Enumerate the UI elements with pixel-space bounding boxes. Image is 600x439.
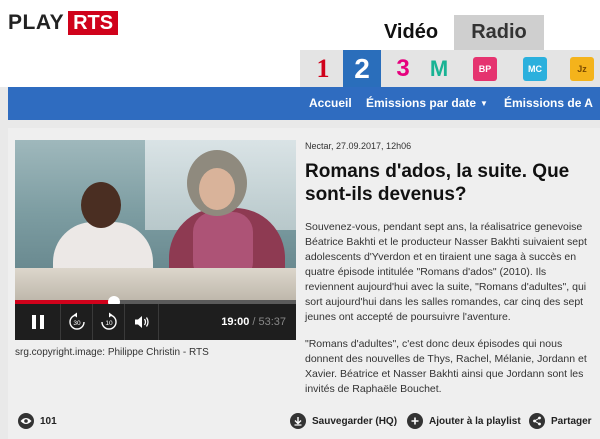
time-display: 19:00 / 53:37: [159, 304, 296, 340]
person-face: [199, 168, 235, 210]
episode-description-2: "Romans d'adultes", c'est donc deux épis…: [305, 338, 587, 395]
video-scene-table: [15, 268, 296, 300]
logo-play-text: PLAY: [8, 11, 65, 34]
eye-icon: [18, 413, 34, 429]
plus-icon: [407, 413, 423, 429]
image-copyright: srg.copyright.image: Philippe Christin -…: [15, 347, 209, 358]
channel-espace-2[interactable]: 2: [343, 50, 381, 87]
volume-button[interactable]: [125, 304, 159, 340]
time-total: 53:37: [258, 316, 286, 328]
action-bar: 101 Sauvegarder (HQ) Ajouter à la playli…: [8, 404, 600, 439]
channel-label: 3: [396, 54, 410, 82]
radio-bp-icon: BP: [473, 56, 497, 81]
channel-radio-jazz[interactable]: Jz: [565, 52, 599, 85]
radio-mc-icon: MC: [523, 56, 547, 81]
player-controls: 30 10 19:00 / 53:37: [15, 304, 296, 340]
channel-radio-bp[interactable]: BP: [468, 52, 502, 85]
share-icon: [529, 413, 545, 429]
forward-10-button[interactable]: 10: [93, 304, 125, 340]
share-label: Partager: [551, 415, 592, 427]
play-rts-logo[interactable]: PLAY RTS: [8, 11, 119, 35]
channel-option-musique[interactable]: M: [422, 52, 456, 85]
main-nav: Accueil Émissions par date ▼ Émissions de…: [8, 87, 600, 143]
nav-accueil-label: Accueil: [309, 96, 352, 110]
pause-icon: [31, 315, 44, 329]
episode-title: Romans d'ados, la suite. Que sont-ils de…: [305, 161, 570, 205]
add-to-playlist-button[interactable]: Ajouter à la playlist: [407, 413, 521, 429]
person-head: [81, 182, 121, 228]
time-current: 19:00: [221, 316, 250, 328]
episode-description-1: Souvenez-vous, pendant sept ans, la réal…: [305, 221, 587, 323]
channel-label: M: [429, 55, 449, 81]
download-icon: [290, 413, 306, 429]
channel-label: 2: [354, 52, 370, 84]
forward-10-label: 10: [105, 320, 113, 327]
logo-rts-text: RTS: [68, 11, 119, 35]
rewind-30-button[interactable]: 30: [61, 304, 93, 340]
pause-button[interactable]: [15, 304, 61, 340]
view-count: 101: [18, 413, 57, 429]
rewind-30-label: 30: [73, 320, 81, 327]
chevron-down-icon: ▼: [480, 99, 488, 108]
view-count-value: 101: [40, 415, 57, 427]
nav-emissions-a-z[interactable]: Émissions de A à Z▼: [504, 87, 600, 143]
volume-icon: [134, 316, 149, 328]
save-hq-label: Sauvegarder (HQ): [312, 415, 398, 427]
add-to-playlist-label: Ajouter à la playlist: [429, 415, 521, 427]
radio-jazz-icon: Jz: [570, 56, 594, 81]
nav-accueil[interactable]: Accueil: [309, 87, 352, 120]
nav-emissions-par-date[interactable]: Émissions par date ▼: [366, 87, 488, 120]
save-hq-button[interactable]: Sauvegarder (HQ): [290, 413, 397, 429]
channel-radio-mc[interactable]: MC: [518, 52, 552, 85]
forward-10-icon: 10: [100, 312, 117, 330]
rewind-30-icon: 30: [68, 312, 85, 330]
share-button[interactable]: Partager: [529, 413, 592, 429]
tab-radio[interactable]: Radio: [454, 15, 544, 50]
channel-la-1ere[interactable]: 1: [306, 52, 340, 85]
nav-date-label: Émissions par date: [366, 96, 477, 110]
episode-meta: Nectar, 27.09.2017, 12h06: [305, 141, 412, 151]
time-separator: /: [252, 316, 256, 328]
channel-couleur-3[interactable]: 3: [386, 52, 420, 85]
channel-label: 1: [316, 53, 330, 83]
page: PLAY RTS Vidéo Radio 1 2 3 M BP MC Jz Ac…: [0, 0, 600, 439]
tab-video[interactable]: Vidéo: [368, 15, 454, 50]
